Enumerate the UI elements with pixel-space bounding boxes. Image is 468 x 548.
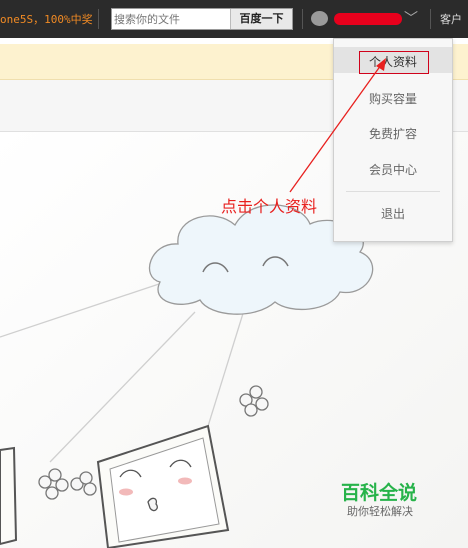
watermark-subtitle: 助你轻松解决 bbox=[347, 505, 413, 518]
annotation-arrow bbox=[289, 64, 382, 193]
annotation-arrow-layer bbox=[289, 58, 386, 193]
watermark-title: 百科全说 bbox=[341, 482, 418, 504]
annotation-text: 点击个人资料 bbox=[221, 197, 318, 216]
